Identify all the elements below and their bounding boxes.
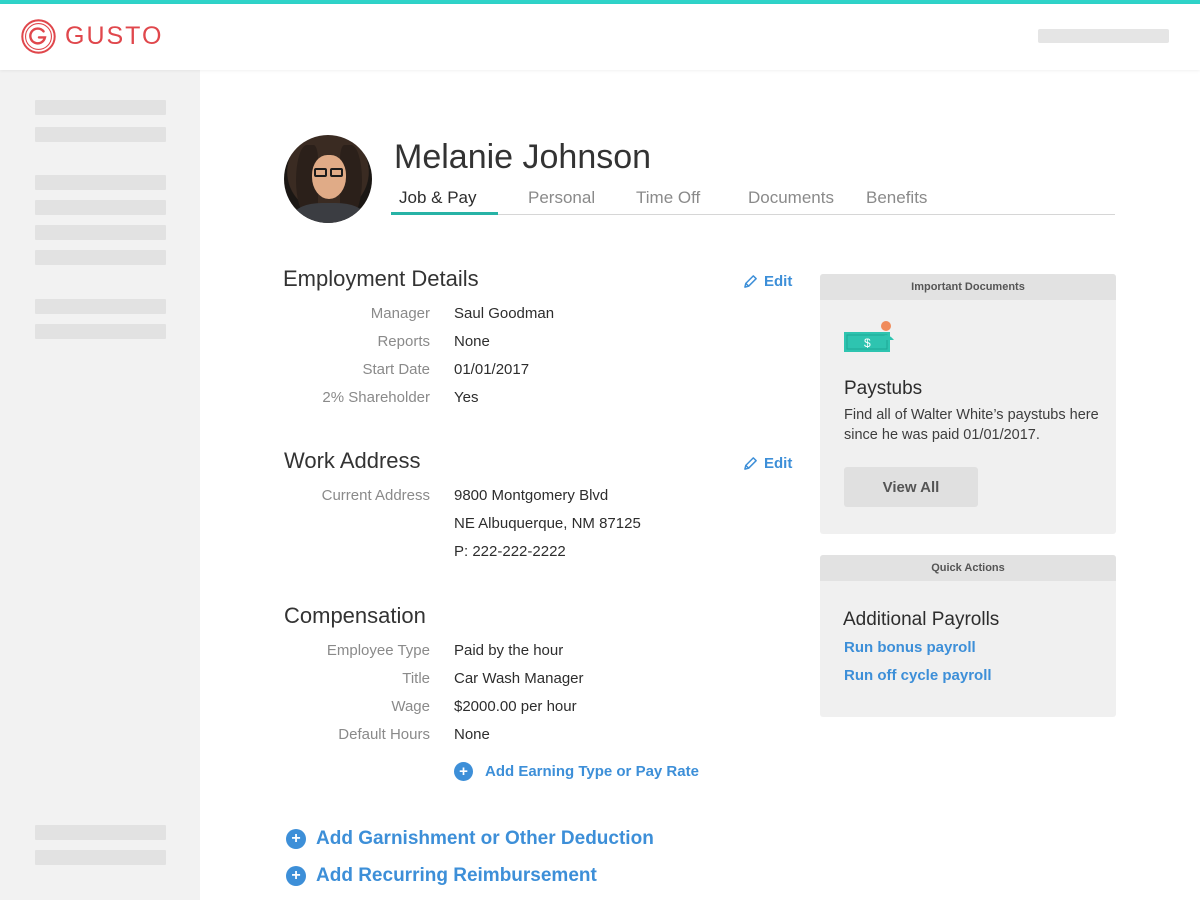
- svg-text:$: $: [864, 336, 871, 350]
- main-content: Melanie Johnson Job & Pay Personal Time …: [200, 70, 1200, 900]
- manager-label: Manager: [370, 305, 430, 322]
- additional-payrolls-title: Additional Payrolls: [843, 609, 1000, 630]
- brand-name: GUSTO: [65, 21, 164, 50]
- add-reimbursement-button[interactable]: + Add Recurring Reimbursement: [286, 865, 597, 887]
- sidebar-item-placeholder[interactable]: [35, 100, 166, 115]
- address-line-2: NE Albuquerque, NM 87125: [454, 515, 641, 532]
- pencil-icon: [744, 275, 757, 288]
- default-hours-label: Default Hours: [338, 726, 430, 743]
- edit-label: Edit: [764, 455, 793, 472]
- shareholder-value: Yes: [454, 389, 479, 406]
- view-all-button[interactable]: View All: [844, 467, 978, 507]
- plus-circle-icon: +: [454, 762, 473, 781]
- tab-benefits[interactable]: Benefits: [866, 188, 927, 208]
- employment-details-title: Employment Details: [283, 266, 479, 291]
- tab-documents[interactable]: Documents: [748, 188, 834, 208]
- wage-label: Wage: [391, 698, 430, 715]
- paystubs-title: Paystubs: [844, 378, 923, 399]
- gusto-logo[interactable]: GUSTO: [20, 17, 163, 55]
- edit-label: Edit: [764, 273, 793, 290]
- sidebar-item-placeholder[interactable]: [35, 850, 166, 865]
- work-address-title: Work Address: [284, 448, 421, 473]
- tab-job-and-pay[interactable]: Job & Pay: [399, 188, 477, 208]
- add-earning-type-label: Add Earning Type or Pay Rate: [485, 763, 699, 780]
- add-garnishment-button[interactable]: + Add Garnishment or Other Deduction: [286, 828, 654, 850]
- add-reimbursement-label: Add Recurring Reimbursement: [316, 865, 597, 886]
- plus-circle-icon: +: [286, 829, 306, 849]
- start-date-label: Start Date: [362, 361, 430, 378]
- plus-circle-icon: +: [286, 866, 306, 886]
- address-line-1: 9800 Montgomery Blvd: [454, 487, 609, 504]
- address-phone: P: 222-222-2222: [454, 543, 566, 560]
- important-documents-card: Important Documents $ Paystubs Find all …: [820, 274, 1116, 534]
- sidebar-item-placeholder[interactable]: [35, 324, 166, 339]
- sidebar-item-placeholder[interactable]: [35, 175, 166, 190]
- tab-personal[interactable]: Personal: [528, 188, 595, 208]
- sidebar-item-placeholder[interactable]: [35, 127, 166, 142]
- start-date-value: 01/01/2017: [454, 361, 530, 378]
- run-bonus-payroll-link[interactable]: Run bonus payroll: [844, 639, 976, 656]
- quick-actions-header: Quick Actions: [820, 555, 1116, 581]
- title-label: Title: [402, 670, 430, 687]
- sidebar-item-placeholder[interactable]: [35, 225, 166, 240]
- work-address-edit-button[interactable]: Edit: [743, 455, 792, 472]
- sidebar: [0, 70, 200, 900]
- important-documents-header: Important Documents: [820, 274, 1116, 300]
- reports-value: None: [454, 333, 490, 350]
- shareholder-label: 2% Shareholder: [322, 389, 430, 406]
- manager-value: Saul Goodman: [454, 305, 555, 322]
- sidebar-item-placeholder[interactable]: [35, 200, 166, 215]
- title-value: Car Wash Manager: [454, 670, 584, 687]
- sidebar-item-placeholder[interactable]: [35, 825, 166, 840]
- run-off-cycle-payroll-link[interactable]: Run off cycle payroll: [844, 667, 992, 684]
- employee-type-label: Employee Type: [326, 642, 430, 659]
- user-menu-placeholder[interactable]: [1038, 29, 1169, 43]
- reports-label: Reports: [377, 333, 430, 350]
- profile-tabs: Job & Pay Personal Time Off Documents Be…: [391, 185, 1115, 215]
- sidebar-item-placeholder[interactable]: [35, 250, 166, 265]
- compensation-title: Compensation: [284, 603, 426, 628]
- top-bar: GUSTO: [0, 4, 1200, 70]
- pencil-icon: [744, 457, 757, 470]
- tab-time-off[interactable]: Time Off: [636, 188, 700, 208]
- sidebar-item-placeholder[interactable]: [35, 299, 166, 314]
- add-garnishment-label: Add Garnishment or Other Deduction: [316, 828, 654, 849]
- money-paystub-icon: $: [844, 321, 894, 352]
- add-earning-type-button[interactable]: + Add Earning Type or Pay Rate: [454, 762, 699, 781]
- current-address-label: Current Address: [321, 487, 430, 504]
- quick-actions-card: Quick Actions Additional Payrolls Run bo…: [820, 555, 1116, 717]
- employee-type-value: Paid by the hour: [454, 642, 564, 659]
- paystubs-description: Find all of Walter White’s paystubs here…: [844, 407, 1099, 443]
- gusto-logo-icon: [21, 18, 56, 54]
- employee-name: Melanie Johnson: [394, 138, 652, 176]
- wage-value: $2000.00 per hour: [454, 698, 577, 715]
- employment-edit-button[interactable]: Edit: [743, 273, 792, 290]
- active-tab-indicator: [391, 212, 498, 215]
- avatar: [284, 135, 372, 223]
- default-hours-value: None: [454, 726, 490, 743]
